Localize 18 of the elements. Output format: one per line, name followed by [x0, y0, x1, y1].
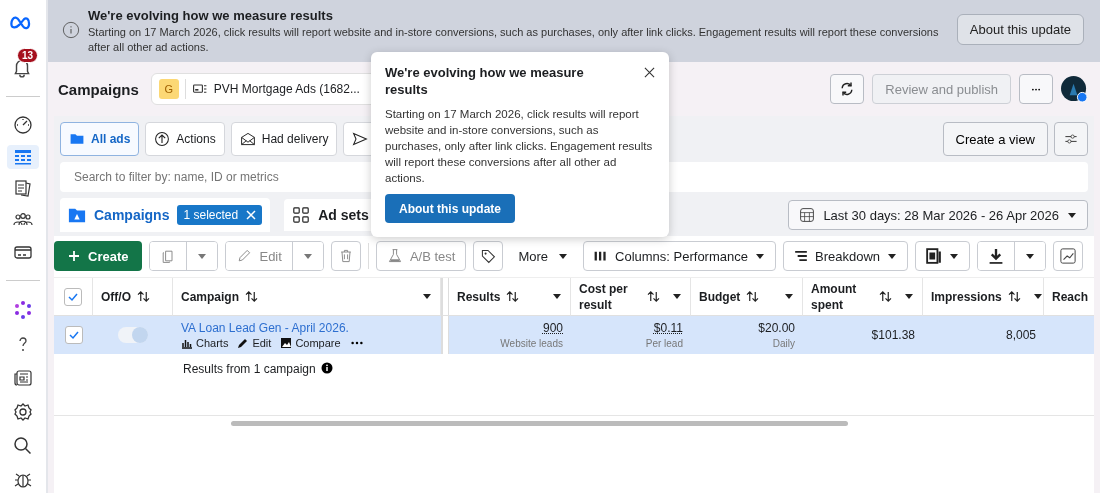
- table-cell: $101.38: [871, 328, 915, 342]
- banner-text: Starting on 17 March 2026, click results will report website and in-store conversions, such as purchases, only after link clicks. Engagement results will report these conversions after all other ad actions.: [88, 25, 940, 55]
- cell-caption: Per lead: [645, 338, 683, 349]
- results-summary: Results from 1 campaign: [183, 362, 316, 376]
- popover-text: Starting on 17 March 2026, click results will report website and in-store conversions, such as purchases, only after link clicks. Engagement results will report these conversions after all other ad actions.: [385, 107, 654, 186]
- tab-label: Campaigns: [94, 207, 170, 223]
- cell-caption: Website leads: [500, 338, 563, 349]
- account-name: PVH Mortgage Ads (1682...: [213, 82, 360, 96]
- tab-label: Ad sets: [318, 207, 369, 223]
- page-title: Campaigns: [58, 80, 139, 98]
- table-cell: 8,005: [1005, 328, 1036, 342]
- banner-title: We're evolving how we measure results: [88, 8, 334, 23]
- table-cell: $0.11: [653, 321, 683, 335]
- notification-count: 13: [17, 48, 39, 63]
- table-cell: 900: [542, 321, 563, 335]
- table-cell: $20.00: [758, 321, 795, 335]
- account-avatar: G: [158, 79, 179, 99]
- cell-caption: Daily: [772, 338, 795, 349]
